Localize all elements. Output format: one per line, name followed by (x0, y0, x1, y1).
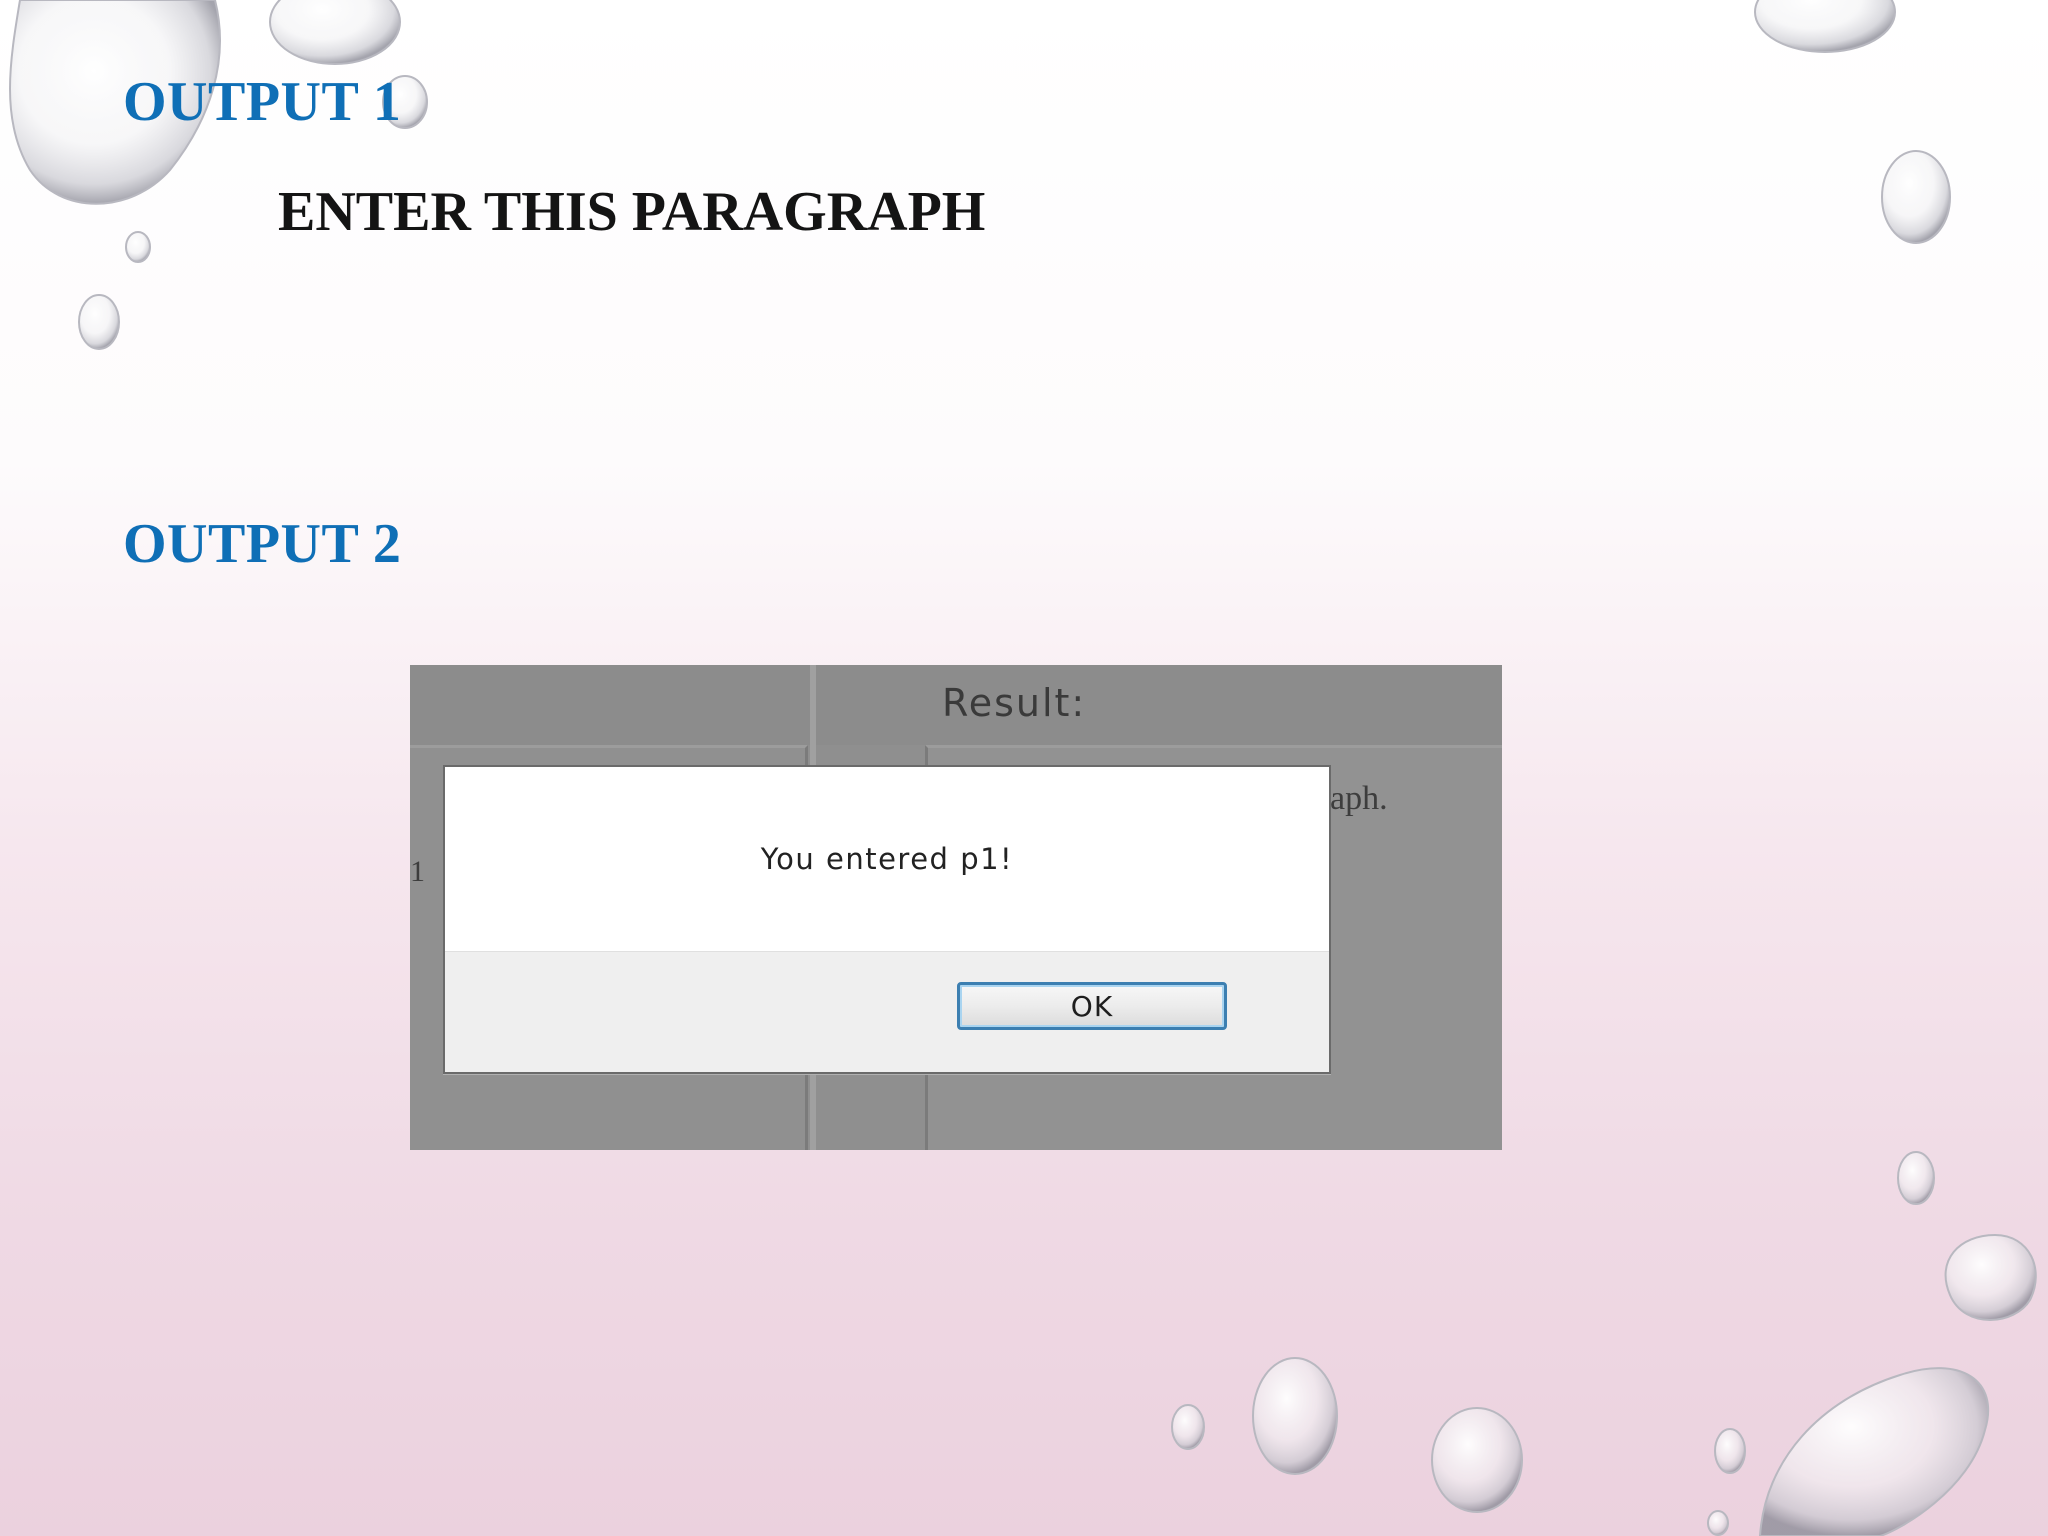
alert-footer: OK (445, 951, 1329, 1072)
result-label: Result: (942, 681, 1087, 725)
output-2-heading: OUTPUT 2 (123, 513, 402, 575)
editor-partial-text: 1 (410, 855, 425, 888)
ok-button[interactable]: OK (957, 982, 1227, 1030)
droplet-group-top-left (9, 0, 428, 350)
alert-screenshot: Result: aph. 1 You entered p1! OK (410, 665, 1502, 1150)
alert-dialog: You entered p1! OK (443, 765, 1331, 1074)
result-partial-text: aph. (1330, 780, 1388, 817)
droplet-group-top-right (1754, 0, 1951, 244)
alert-message: You entered p1! (760, 842, 1014, 876)
droplet-group-bottom-right (1171, 1151, 2037, 1536)
output-1-heading: OUTPUT 1 (123, 71, 402, 133)
paragraph-text: ENTER THIS PARAGRAPH (278, 181, 986, 243)
